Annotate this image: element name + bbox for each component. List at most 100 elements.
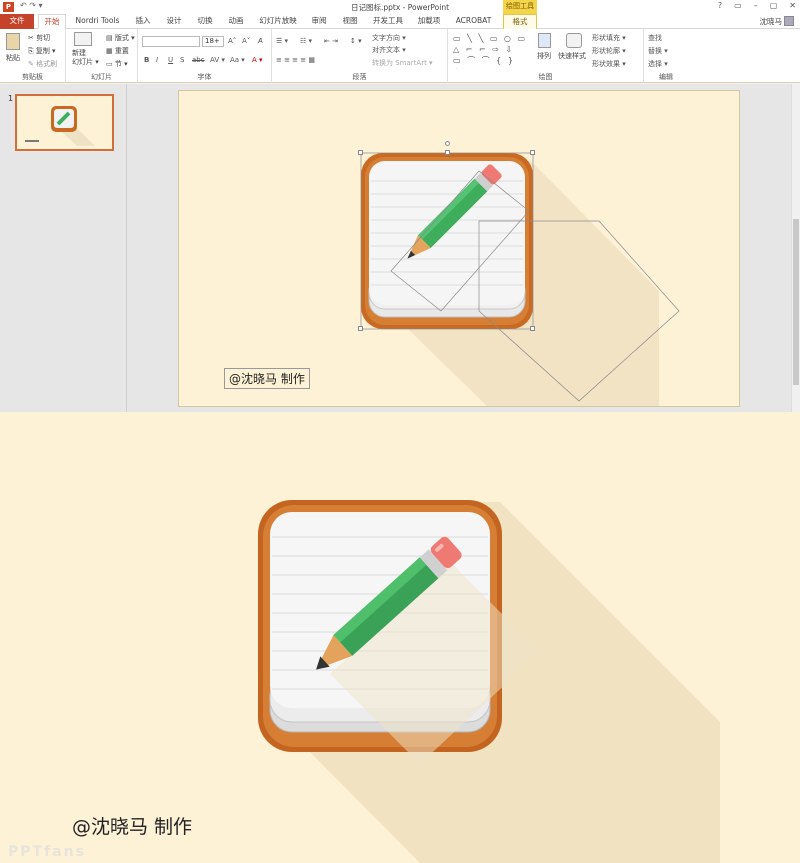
cut-button[interactable]: ✂ 剪切 [28,33,50,43]
credit-textbox[interactable]: @沈晓马 制作 [224,368,310,389]
select-button[interactable]: 选择 ▾ [648,59,668,69]
underline-button[interactable]: U [168,56,173,64]
scrollbar-thumb[interactable] [793,219,799,385]
thumbnail-number: 1 [8,94,14,103]
user-name[interactable]: 沈晓马 [760,16,783,27]
rotate-handle[interactable] [445,141,450,146]
reset-button[interactable]: ▦ 重置 [106,46,129,56]
tab-developer[interactable]: 开发工具 [368,14,408,29]
strikethrough-button[interactable]: abc [192,56,205,64]
arrange-button[interactable]: 排列 [537,51,551,61]
replace-button[interactable]: 替换 ▾ [648,46,668,56]
find-button[interactable]: 查找 [648,33,662,43]
slide-editing-area: @沈晓马 制作 [128,84,791,412]
ribbon-tabs: 文件 开始 Nordri Tools 插入 设计 切换 动画 幻灯片放映 审阅 … [0,14,800,29]
clipboard-group: 粘贴 ✂ 剪切 ⎘ 复制 ▾ ✎ 格式刷 剪贴板 [0,29,66,83]
copy-button[interactable]: ⎘ 复制 ▾ [28,46,56,56]
vertical-scrollbar[interactable] [791,84,800,412]
bold-button[interactable]: B [144,56,149,64]
tab-insert[interactable]: 插入 [130,14,156,29]
italic-button[interactable]: I [156,56,158,64]
editing-group-label: 编辑 [659,73,673,81]
shrink-font-button[interactable]: A˅ [242,37,250,45]
shadow-button[interactable]: S [180,56,184,64]
title-bar: P ↶ ↷ ▾ 日记图标.pptx - PowerPoint 绘图工具 ? ▭ … [0,0,800,14]
watermark-logo: PPTfans [8,844,86,860]
change-case-button[interactable]: Aa ▾ [230,56,245,64]
resize-handle[interactable] [530,326,535,331]
tab-review[interactable]: 审阅 [306,14,332,29]
resize-handle[interactable] [358,326,363,331]
tab-acrobat[interactable]: ACROBAT [451,14,496,29]
window-title: 日记图标.pptx - PowerPoint [350,3,450,12]
ribbon: 粘贴 ✂ 剪切 ⎘ 复制 ▾ ✎ 格式刷 剪贴板 新建 幻灯片 ▾ ▤ 版式 ▾… [0,29,800,83]
grow-font-button[interactable]: A˄ [228,37,236,45]
new-slide-icon[interactable] [74,32,92,46]
tab-slideshow[interactable]: 幻灯片放映 [254,14,302,29]
shape-effects-button[interactable]: 形状效果 ▾ [592,59,626,69]
quick-styles-button[interactable]: 快速样式 [558,51,586,61]
section-button[interactable]: ▭ 节 ▾ [106,59,128,69]
notebook-pencil-icon [258,500,720,863]
clear-format-button[interactable]: A̸ [258,37,263,45]
tab-transitions[interactable]: 切换 [192,14,218,29]
font-group: 18+ A˄ A˅ A̸ B I U S abc AV ▾ Aa ▾ A ▾ 字… [138,29,272,83]
shape-fill-button[interactable]: 形状填充 ▾ [592,33,626,43]
drawing-group: ▭ ╲ ╲ ▭ ○ ▭ △ ⌐ ⌐ ⇨ ⇩ ▭ ⌒ ⌒ { } ☆ 排列 快速样… [448,29,644,83]
quick-styles-icon[interactable] [566,33,582,48]
paste-icon[interactable] [6,33,20,50]
tab-design[interactable]: 设计 [161,14,187,29]
editor-area: 1 @沈晓马 制作 [0,84,800,412]
thumbnail-notebook-icon [25,106,95,146]
shape-outline-button[interactable]: 形状轮廓 ▾ [592,46,626,56]
close-button[interactable]: ✕ [789,1,796,10]
paragraph-group-label: 段落 [352,73,367,81]
line-spacing-button[interactable]: ↕ ▾ [350,37,362,45]
font-name-select[interactable] [142,36,200,47]
paragraph-group: ☰ ▾ ☷ ▾ ⇤ ⇥ ↕ ▾ ≡ ≡ ≡ ≡ ▦ 文字方向 ▾ 对齐文本 ▾ … [272,29,448,83]
tab-home[interactable]: 开始 [38,14,66,29]
avatar[interactable] [784,16,794,26]
align-buttons[interactable]: ≡ ≡ ≡ ≡ ▦ [276,56,315,64]
slide-thumbnail-pane[interactable]: 1 [0,84,127,412]
tab-addins[interactable]: 加载项 [413,14,445,29]
rendered-icon-panel: @沈晓马 制作 PPTfans [0,412,800,863]
font-size-select[interactable]: 18+ [202,36,224,47]
resize-handle[interactable] [358,150,363,155]
tab-view[interactable]: 视图 [337,14,363,29]
bullets-button[interactable]: ☰ ▾ [276,37,288,45]
font-group-label: 字体 [197,73,212,81]
editing-group: 查找 替换 ▾ 选择 ▾ 编辑 [644,29,688,83]
format-painter-button[interactable]: ✎ 格式刷 [28,59,57,69]
slide-notebook-icon[interactable] [179,91,740,407]
tab-format[interactable]: 格式 [503,14,537,29]
align-text-button[interactable]: 对齐文本 ▾ [372,45,406,55]
paste-button[interactable]: 粘贴 [6,53,20,63]
layout-button[interactable]: ▤ 版式 ▾ [106,33,135,43]
slide-canvas[interactable]: @沈晓马 制作 [178,90,740,407]
help-button[interactable]: ? [718,1,722,10]
clipboard-group-label: 剪贴板 [22,73,43,81]
font-color-button[interactable]: A ▾ [252,56,263,64]
resize-handle[interactable] [530,150,535,155]
text-direction-button[interactable]: 文字方向 ▾ [372,33,406,43]
tab-file[interactable]: 文件 [0,14,34,29]
convert-smartart-button[interactable]: 转换为 SmartArt ▾ [372,58,433,68]
char-spacing-button[interactable]: AV ▾ [210,56,225,64]
ribbon-display-button[interactable]: ▭ [734,1,742,10]
shapes-gallery[interactable]: ▭ ╲ ╲ ▭ ○ ▭ △ ⌐ ⌐ ⇨ ⇩ ▭ ⌒ ⌒ { } ☆ [453,33,528,69]
tab-animations[interactable]: 动画 [223,14,249,29]
arrange-icon[interactable] [538,33,551,48]
tab-nordri-tools[interactable]: Nordri Tools [70,14,125,29]
indent-buttons[interactable]: ⇤ ⇥ [324,37,338,45]
slide-thumbnail[interactable] [15,94,114,151]
new-slide-button[interactable]: 新建 幻灯片 ▾ [72,49,99,67]
drawing-group-label: 绘图 [538,73,553,81]
resize-handle[interactable] [445,150,450,155]
slides-group-label: 幻灯片 [91,73,112,81]
numbering-button[interactable]: ☷ ▾ [300,37,312,45]
minimize-button[interactable]: – [754,1,758,10]
restore-button[interactable]: ▢ [770,1,778,10]
slides-group: 新建 幻灯片 ▾ ▤ 版式 ▾ ▦ 重置 ▭ 节 ▾ 幻灯片 [66,29,138,83]
credit-text: @沈晓马 制作 [72,816,193,838]
